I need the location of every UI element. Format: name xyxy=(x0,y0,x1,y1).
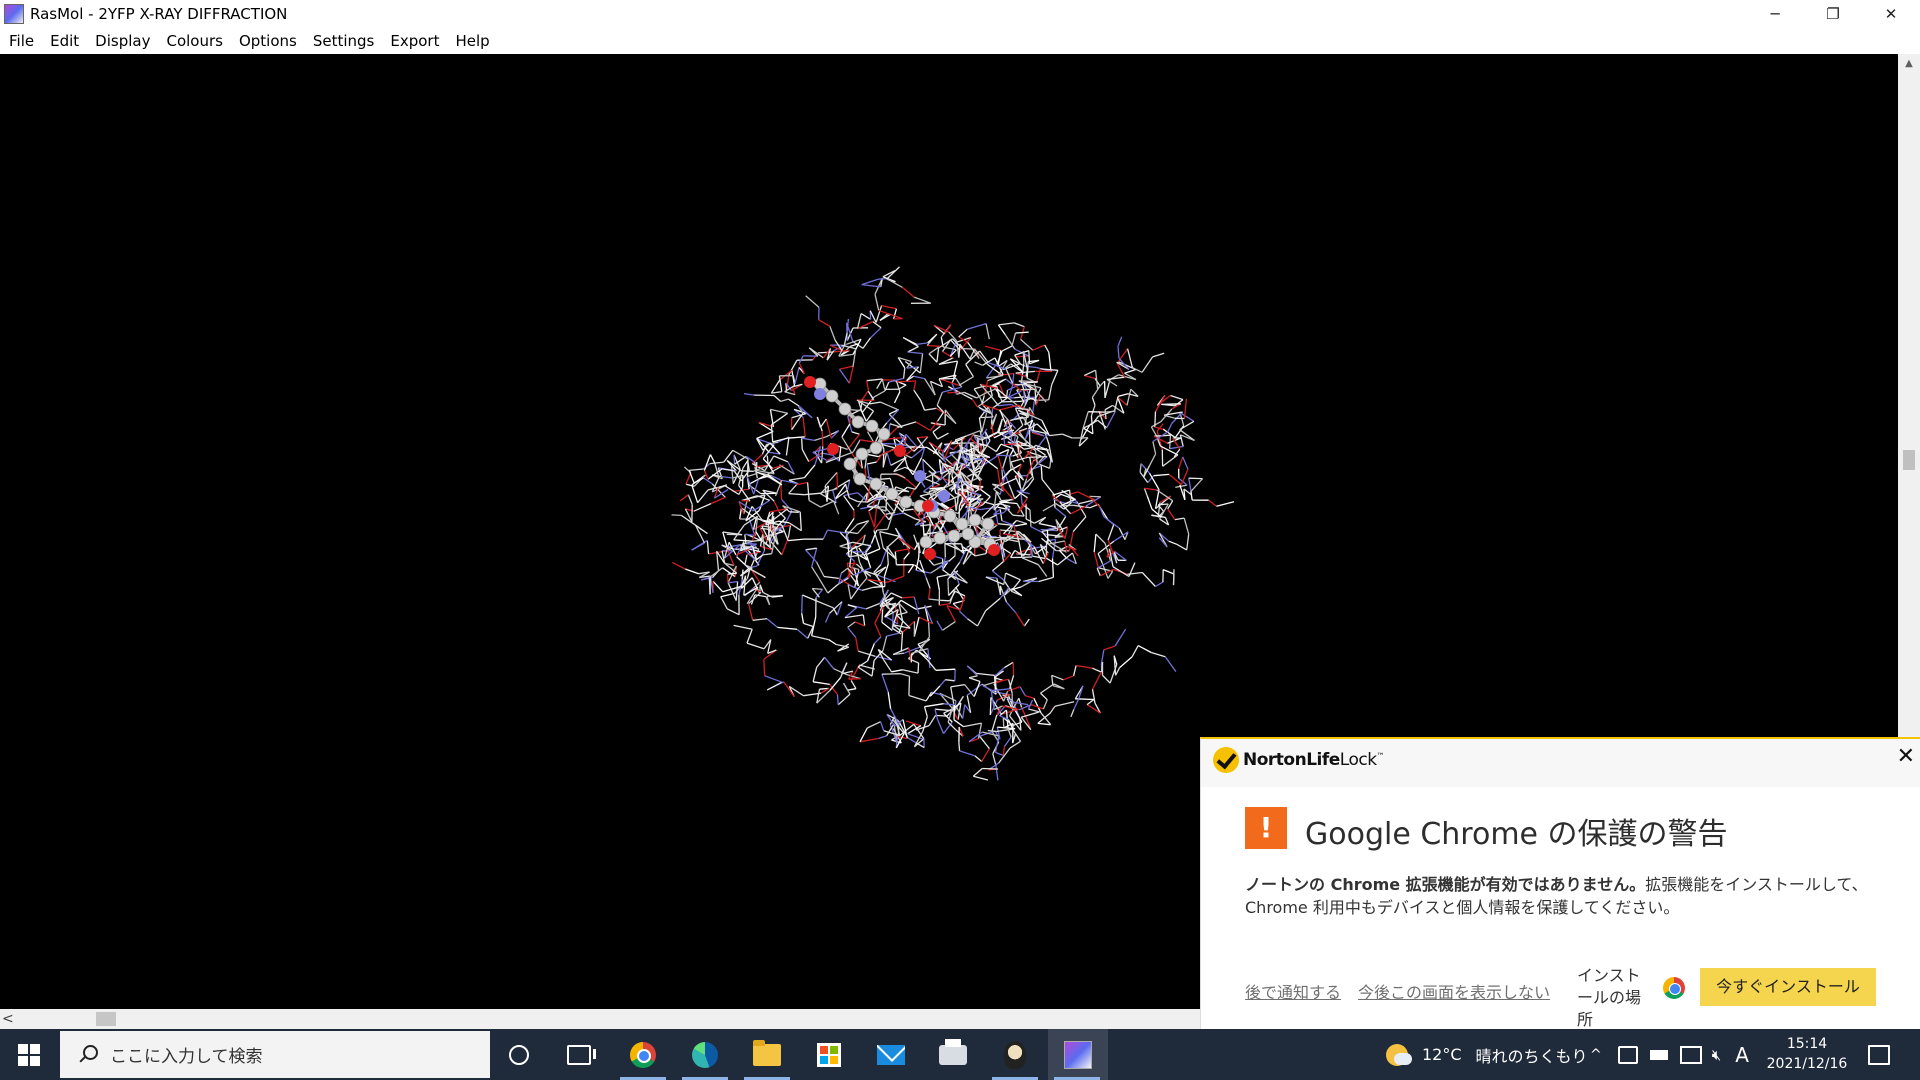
rasmol-app-icon[interactable] xyxy=(4,4,24,24)
tray-caret-icon[interactable]: ^ xyxy=(1590,1047,1602,1063)
chrome-taskbar-icon[interactable] xyxy=(614,1029,672,1080)
ime-indicator[interactable]: A xyxy=(1735,1043,1749,1067)
battery-icon[interactable] xyxy=(1649,1049,1668,1060)
penguin-app-icon[interactable] xyxy=(986,1029,1044,1080)
vertical-scroll-thumb[interactable] xyxy=(1903,450,1915,470)
menu-settings[interactable]: Settings xyxy=(305,28,383,54)
install-location-label: インストールの場所 xyxy=(1577,966,1642,1029)
menu-colours[interactable]: Colours xyxy=(158,28,230,54)
clock[interactable]: 15:14 2021/12/16 xyxy=(1762,1034,1852,1074)
menu-help[interactable]: Help xyxy=(447,28,497,54)
chrome-icon xyxy=(1663,977,1685,999)
norton-header: NortonLifeLock™ ✕ xyxy=(1201,739,1920,787)
edge-icon[interactable] xyxy=(676,1029,734,1080)
rasmol-taskbar-icon[interactable] xyxy=(1048,1029,1108,1080)
clock-time: 15:14 xyxy=(1786,1036,1828,1052)
norton-close-icon[interactable]: ✕ xyxy=(1897,744,1915,769)
file-explorer-icon[interactable] xyxy=(738,1029,796,1080)
weather-temp: 12°C xyxy=(1422,1045,1462,1064)
weather-icon xyxy=(1386,1043,1412,1066)
scroll-left-arrow-icon[interactable]: < xyxy=(2,1009,20,1029)
norton-warning-popup: NortonLifeLock™ ✕ ! Google Chrome の保護の警告… xyxy=(1200,737,1920,1031)
clock-date: 2021/12/16 xyxy=(1766,1056,1848,1072)
menu-edit[interactable]: Edit xyxy=(42,28,87,54)
norton-message: ノートンの Chrome 拡張機能が有効ではありません。拡張機能をインストールし… xyxy=(1245,873,1885,919)
window-controls: ─ ❐ ✕ xyxy=(1746,0,1920,28)
scroll-up-arrow-icon[interactable]: ▲ xyxy=(1898,54,1920,74)
install-now-button[interactable]: 今すぐインストール xyxy=(1700,968,1876,1006)
warning-icon: ! xyxy=(1245,807,1287,849)
menu-display[interactable]: Display xyxy=(87,28,158,54)
windows-logo-icon xyxy=(18,1043,40,1066)
network-icon[interactable] xyxy=(1679,1045,1702,1064)
norton-title: Google Chrome の保護の警告 xyxy=(1305,817,1728,852)
taskbar-search[interactable]: ここに入力して検索 xyxy=(60,1031,490,1078)
window-title: RasMol - 2YFP X-RAY DIFFRACTION xyxy=(30,5,288,23)
mail-icon[interactable] xyxy=(862,1029,920,1080)
weather-text: 晴れのちくもり xyxy=(1475,1046,1588,1066)
restore-button[interactable]: ❐ xyxy=(1804,0,1862,28)
start-button[interactable] xyxy=(0,1029,58,1080)
close-button[interactable]: ✕ xyxy=(1862,0,1920,28)
volume-icon[interactable]: 🔇︎ xyxy=(1712,1046,1721,1064)
menu-bar: File Edit Display Colours Options Settin… xyxy=(0,28,1920,54)
title-bar: RasMol - 2YFP X-RAY DIFFRACTION ─ ❐ ✕ xyxy=(0,0,1920,28)
horizontal-scrollbar[interactable]: < xyxy=(0,1009,1200,1029)
remind-later-link[interactable]: 後で通知する xyxy=(1245,979,1341,1003)
search-placeholder: ここに入力して検索 xyxy=(110,1047,263,1067)
notification-center[interactable] xyxy=(1868,1029,1890,1080)
menu-options[interactable]: Options xyxy=(231,28,305,54)
menu-file[interactable]: File xyxy=(0,28,42,54)
cortana-icon[interactable] xyxy=(490,1029,548,1080)
norton-check-icon xyxy=(1213,747,1239,773)
norton-logo: NortonLifeLock™ xyxy=(1213,747,1385,773)
norton-message-bold: ノートンの Chrome 拡張機能が有効ではありません。 xyxy=(1245,875,1646,894)
task-view-icon[interactable] xyxy=(550,1029,608,1080)
notification-icon xyxy=(1868,1044,1890,1065)
printer-icon[interactable] xyxy=(924,1029,982,1080)
system-tray: ^ 🔇︎ A xyxy=(1590,1029,1749,1080)
minimize-button[interactable]: ─ xyxy=(1746,0,1804,28)
security-icon[interactable] xyxy=(1617,1045,1638,1064)
menu-export[interactable]: Export xyxy=(382,28,447,54)
horizontal-scroll-thumb[interactable] xyxy=(96,1012,116,1026)
norton-brand: NortonLifeLock™ xyxy=(1243,750,1385,770)
dont-show-again-link[interactable]: 今後この画面を表示しない xyxy=(1358,979,1550,1003)
taskbar: ここに入力して検索 12°C 晴れのちくもり ^ 🔇︎ A 15:14 2021… xyxy=(0,1029,1920,1080)
weather-widget[interactable]: 12°C 晴れのちくもり xyxy=(1386,1029,1588,1080)
norton-footer: 後で通知する 今後この画面を表示しない インストールの場所 今すぐインストール xyxy=(1245,965,1895,1029)
search-icon xyxy=(78,1044,98,1065)
store-icon[interactable] xyxy=(800,1029,858,1080)
